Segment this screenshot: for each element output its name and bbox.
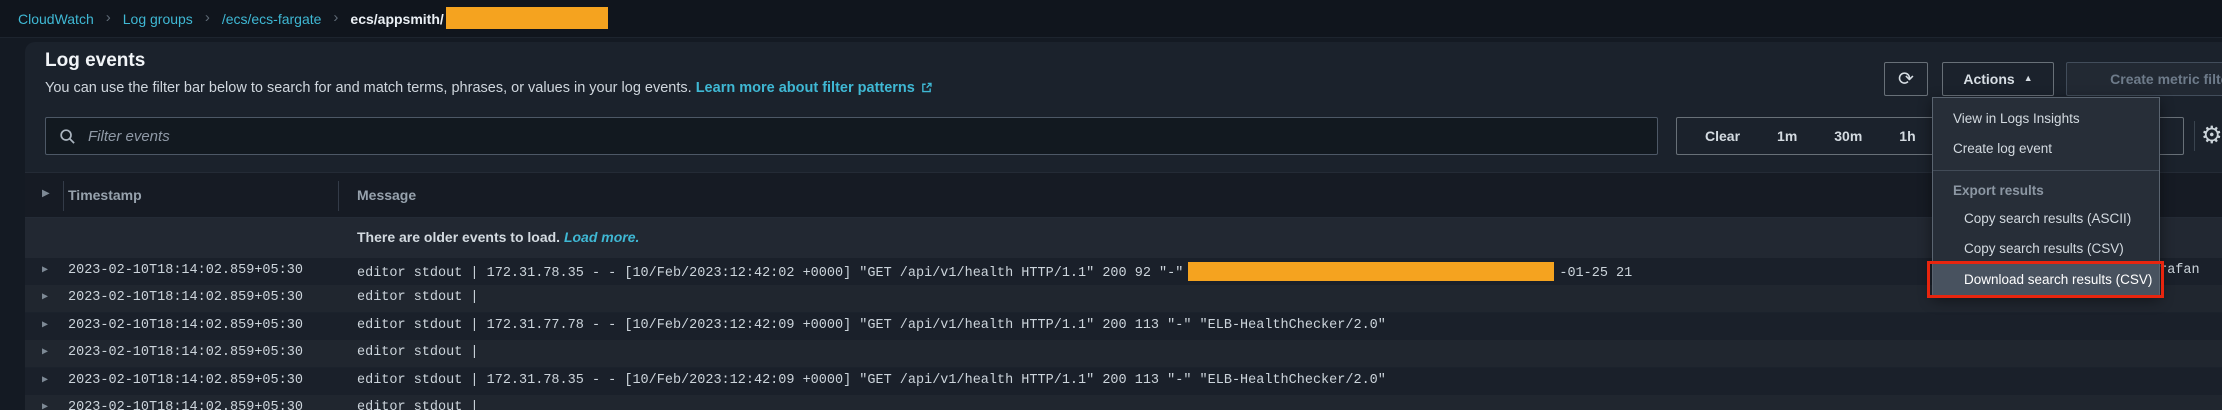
actions-button[interactable]: Actions ▲ bbox=[1942, 62, 2054, 96]
redaction-bar bbox=[446, 7, 608, 29]
breadcrumb-separator: › bbox=[205, 9, 210, 26]
actions-button-label: Actions bbox=[1963, 71, 2014, 87]
expand-row-icon[interactable]: ▶ bbox=[42, 264, 48, 276]
log-message-prefix: editor stdout | 172.31.78.35 - - [10/Feb… bbox=[357, 266, 1183, 281]
log-timestamp: 2023-02-10T18:14:02.859+05:30 bbox=[68, 263, 303, 278]
breadcrumb-separator: › bbox=[106, 9, 111, 26]
log-row[interactable]: ▶ 2023-02-10T18:14:02.859+05:30 editor s… bbox=[25, 340, 2222, 367]
page-description: You can use the filter bar below to sear… bbox=[45, 80, 933, 98]
cloudwatch-log-events-page: CloudWatch › Log groups › /ecs/ecs-farga… bbox=[0, 0, 2222, 410]
description-text: You can use the filter bar below to sear… bbox=[45, 80, 692, 96]
log-message: editor stdout | bbox=[357, 290, 479, 305]
column-header-timestamp: Timestamp bbox=[68, 187, 142, 203]
log-timestamp: 2023-02-10T18:14:02.859+05:30 bbox=[68, 345, 303, 360]
log-timestamp: 2023-02-10T18:14:02.859+05:30 bbox=[68, 373, 303, 388]
log-row[interactable]: ▶ 2023-02-10T18:14:02.859+05:30 editor s… bbox=[25, 313, 2222, 340]
log-row[interactable]: ▶ 2023-02-10T18:14:02.859+05:30 editor s… bbox=[25, 285, 2222, 312]
log-timestamp: 2023-02-10T18:14:02.859+05:30 bbox=[68, 290, 303, 305]
log-message-suffix: -01-25 21 bbox=[1559, 266, 1632, 281]
breadcrumb-cloudwatch[interactable]: CloudWatch bbox=[18, 11, 94, 27]
menu-item-view-in-logs-insights[interactable]: View in Logs Insights bbox=[1933, 104, 2159, 134]
load-more-link[interactable]: Load more. bbox=[564, 229, 639, 245]
menu-divider bbox=[1933, 170, 2159, 171]
gear-icon[interactable]: ⚙ bbox=[2201, 117, 2222, 155]
menu-item-copy-search-results-csv[interactable]: Copy search results (CSV) bbox=[1933, 234, 2159, 264]
older-events-row: There are older events to load. Load mor… bbox=[25, 218, 2222, 258]
learn-more-link[interactable]: Learn more about filter patterns bbox=[696, 80, 915, 96]
time-range-30m[interactable]: 30m bbox=[1834, 128, 1862, 144]
column-divider bbox=[63, 181, 64, 211]
breadcrumb: CloudWatch › Log groups › /ecs/ecs-farga… bbox=[0, 0, 2222, 38]
log-message: editor stdout | 172.31.78.35 - - [10/Feb… bbox=[357, 373, 1386, 388]
chevron-up-icon: ▲ bbox=[2024, 73, 2033, 83]
breadcrumb-log-group[interactable]: /ecs/ecs-fargate bbox=[222, 11, 322, 27]
log-timestamp: 2023-02-10T18:14:02.859+05:30 bbox=[68, 318, 303, 333]
expand-row-icon[interactable]: ▶ bbox=[42, 291, 48, 303]
time-range-1h[interactable]: 1h bbox=[1899, 128, 1915, 144]
breadcrumb-log-groups[interactable]: Log groups bbox=[123, 11, 193, 27]
log-table-header: ▶ Timestamp Message bbox=[25, 172, 2222, 218]
expand-row-icon[interactable]: ▶ bbox=[42, 401, 48, 410]
time-range-1m[interactable]: 1m bbox=[1777, 128, 1797, 144]
filter-events-input-wrapper bbox=[45, 117, 1658, 155]
column-divider bbox=[338, 181, 339, 211]
expand-row-icon[interactable]: ▶ bbox=[42, 374, 48, 386]
menu-item-label: Download search results (CSV) bbox=[1964, 272, 2152, 287]
actions-dropdown-menu: View in Logs Insights Create log event E… bbox=[1932, 97, 2160, 296]
refresh-button[interactable]: ⟳ bbox=[1884, 62, 1928, 96]
create-metric-filter-label: Create metric filter bbox=[2110, 71, 2222, 87]
log-row[interactable]: ▶ 2023-02-10T18:14:02.859+05:30 editor s… bbox=[25, 368, 2222, 395]
filter-events-input[interactable] bbox=[86, 127, 1657, 146]
external-link-icon bbox=[920, 81, 933, 98]
redaction-bar bbox=[1188, 262, 1554, 281]
refresh-icon: ⟳ bbox=[1898, 68, 1914, 91]
time-range-clear-button[interactable]: Clear bbox=[1705, 128, 1740, 144]
expand-row-icon[interactable]: ▶ bbox=[42, 319, 48, 331]
menu-item-copy-search-results-ascii[interactable]: Copy search results (ASCII) bbox=[1933, 204, 2159, 234]
toolbar-divider bbox=[2194, 121, 2195, 151]
log-row[interactable]: ▶ 2023-02-10T18:14:02.859+05:30 editor s… bbox=[25, 395, 2222, 410]
expand-all-icon[interactable]: ▶ bbox=[42, 188, 50, 199]
menu-item-create-log-event[interactable]: Create log event bbox=[1933, 134, 2159, 164]
log-message: editor stdout | bbox=[357, 400, 479, 410]
menu-section-export-results: Export results bbox=[1933, 177, 2159, 204]
log-row[interactable]: ▶ 2023-02-10T18:14:02.859+05:30 editor s… bbox=[25, 258, 2222, 285]
log-message: editor stdout | 172.31.78.35 - - [10/Feb… bbox=[357, 263, 1632, 282]
column-header-message: Message bbox=[357, 187, 416, 203]
create-metric-filter-button[interactable]: Create metric filter bbox=[2066, 62, 2222, 96]
log-timestamp: 2023-02-10T18:14:02.859+05:30 bbox=[68, 400, 303, 410]
menu-item-download-search-results-csv[interactable]: Download search results (CSV) bbox=[1933, 264, 2159, 295]
expand-row-icon[interactable]: ▶ bbox=[42, 346, 48, 358]
search-icon bbox=[59, 128, 76, 145]
log-message: editor stdout | bbox=[357, 345, 479, 360]
log-message: editor stdout | 172.31.77.78 - - [10/Feb… bbox=[357, 318, 1386, 333]
breadcrumb-separator: › bbox=[333, 9, 338, 26]
older-events-text: There are older events to load. bbox=[357, 229, 560, 245]
page-title: Log events bbox=[45, 50, 145, 72]
breadcrumb-current-stream: ecs/appsmith/ bbox=[350, 11, 443, 27]
